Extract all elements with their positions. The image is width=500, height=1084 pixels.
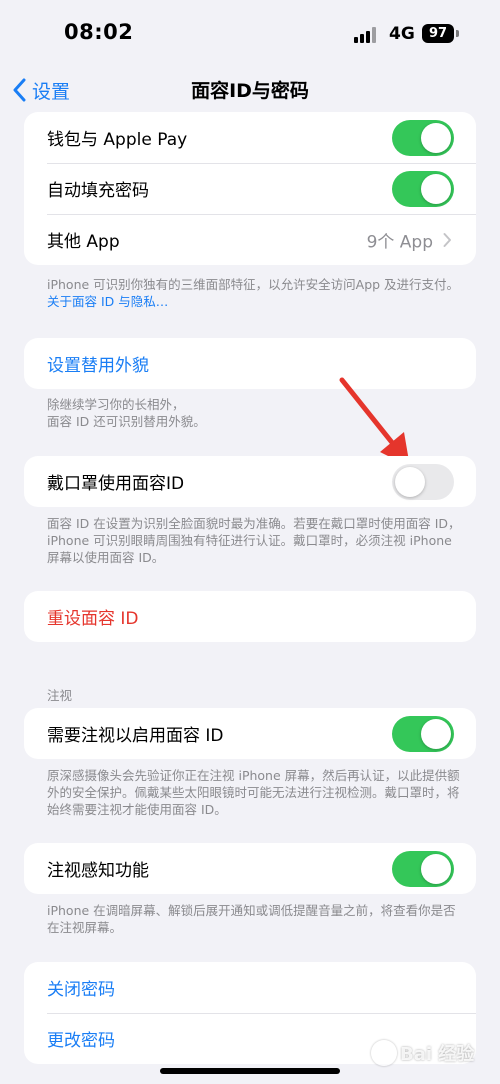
turn-passcode-off-button[interactable]: 关闭密码 [24,962,476,1013]
row-other-apps[interactable]: 其他 App 9个 App [24,214,476,265]
battery-icon: 97 [422,24,454,43]
row-wallet-apple-pay: 钱包与 Apple Pay [24,112,476,163]
home-indicator[interactable] [160,1068,340,1074]
attention-aware-group: 注视感知功能 [24,843,476,894]
row-label: 需要注视以启用面容 ID [47,726,224,746]
row-label: 重设面容 ID [47,609,139,629]
chevron-right-icon [443,232,451,247]
mask-group: 戴口罩使用面容ID [24,456,476,507]
require-attention-group: 需要注视以启用面容 ID [24,708,476,759]
paw-icon [371,1040,397,1066]
toggle-wallet-apple-pay[interactable] [392,119,454,156]
other-apps-count: 9个 App [366,232,433,252]
mask-footer: 面容 ID 在设置为识别全脸面貌时最为准确。若要在戴口罩时使用面容 ID，iPh… [47,516,461,565]
attention-section-header: 注视 [47,688,73,703]
reset-group: 重设面容 ID [24,591,476,642]
baidu-watermark: Bai 经验 [368,1028,478,1078]
row-attention-aware: 注视感知功能 [24,843,476,894]
row-label: 自动填充密码 [47,181,149,201]
about-face-id-privacy-link[interactable]: 关于面容 ID 与隐私… [47,294,168,309]
other-apps-value: 9个 App [367,227,452,252]
toggle-require-attention[interactable] [392,715,454,752]
row-label: 戴口罩使用面容ID [47,474,185,494]
row-autofill-passwords: 自动填充密码 [24,163,476,214]
battery-tip [456,30,459,37]
reset-face-id-button[interactable]: 重设面容 ID [24,591,476,642]
row-label: 更改密码 [47,1031,115,1051]
status-bar: 08:02 4G 97 [0,0,500,70]
use-face-id-for-group: 钱包与 Apple Pay 自动填充密码 其他 App 9个 App [24,112,476,265]
watermark-text: Bai 经验 [400,1044,475,1065]
toggle-face-id-with-mask[interactable] [392,463,454,500]
network-type: 4G [389,24,415,44]
row-label: 关闭密码 [47,980,115,1000]
toggle-autofill-passwords[interactable] [392,170,454,207]
attention-aware-footer: iPhone 在调暗屏幕、解锁后展开通知或调低提醒音量之前，将查看你是否在注视屏… [47,903,456,935]
row-require-attention: 需要注视以启用面容 ID [24,708,476,759]
row-label: 设置替用外貌 [47,356,149,376]
row-label: 钱包与 Apple Pay [47,130,188,150]
status-time: 08:02 [64,20,134,44]
use-for-footer-text: iPhone 可识别你独有的三维面部特征，以允许安全访问App 及进行支付。 [47,277,460,292]
require-attention-footer: 原深感摄像头会先验证你正在注视 iPhone 屏幕，然后再认证，以此提供额外的安… [47,768,460,817]
use-for-footer: iPhone 可识别你独有的三维面部特征，以允许安全访问App 及进行支付。关于… [47,276,467,310]
row-face-id-with-mask: 戴口罩使用面容ID [24,456,476,507]
row-label: 其他 App [47,232,120,252]
toggle-attention-aware[interactable] [392,850,454,887]
page-title: 面容ID与密码 [191,80,309,102]
signal-icon [354,27,380,43]
nav-bar: 设置 面容ID与密码 [0,70,500,110]
row-label: 注视感知功能 [47,861,149,881]
